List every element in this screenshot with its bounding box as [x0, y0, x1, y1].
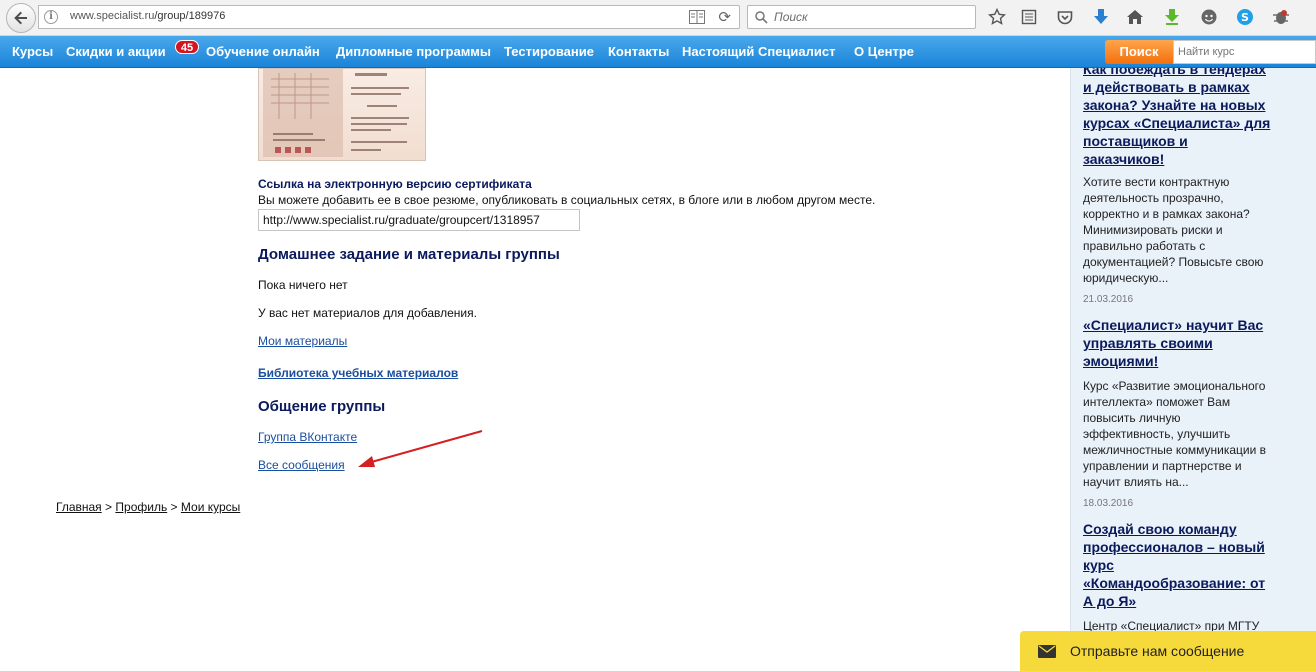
cert-link-description: Вы можете добавить ее в свое резюме, опу… — [258, 193, 876, 207]
back-button[interactable] — [6, 3, 36, 33]
news-body-line: юридическую... — [1083, 271, 1169, 285]
news-title-line: курсах «Специалиста» для — [1083, 115, 1271, 131]
news-body: Курс «Развитие эмоционального интеллекта… — [1083, 378, 1311, 490]
my-materials-link[interactable]: Мои материалы — [258, 334, 347, 348]
group-communication-heading: Общение группы — [258, 398, 386, 415]
no-materials-text: У вас нет материалов для добавления. — [258, 306, 477, 320]
news-title-line: поставщиков и — [1083, 133, 1188, 149]
nav-online-learning[interactable]: Обучение онлайн — [206, 44, 320, 59]
cert-url-field[interactable]: http://www.specialist.ru/graduate/groupc… — [258, 209, 580, 231]
news-title-line: и действовать в рамках — [1083, 79, 1250, 95]
news-body-line: управлении и партнерстве и — [1083, 459, 1242, 473]
download-icon[interactable] — [1090, 6, 1112, 28]
news-title-line: А до Я» — [1083, 593, 1137, 609]
url-path: /group/189976 — [154, 10, 226, 22]
nav-contacts[interactable]: Контакты — [608, 44, 669, 59]
library-link[interactable]: Библиотека учебных материалов — [258, 366, 458, 380]
svg-text:S: S — [1241, 11, 1249, 24]
news-body-line: документацией? Повысьте свою — [1083, 255, 1264, 269]
browser-search-bar[interactable]: Поиск — [747, 5, 976, 29]
news-title-line: Как побеждать в тендерах — [1083, 68, 1266, 77]
back-arrow-icon — [14, 11, 27, 25]
news-body-line: интеллекта» поможет Вам — [1083, 395, 1231, 409]
news-body-line: повысить личную — [1083, 411, 1181, 425]
news-body-line: корректно и в рамках закона? — [1083, 207, 1250, 221]
news-body-line: правильно работать с — [1083, 239, 1206, 253]
nav-diploma-programs[interactable]: Дипломные программы — [336, 44, 491, 59]
nav-about[interactable]: О Центре — [854, 44, 914, 59]
discounts-count-badge: 45 — [175, 40, 199, 54]
news-title-line: Создай свою команду — [1083, 521, 1237, 537]
news-title-line: курс — [1083, 557, 1114, 573]
news-sidebar: Как побеждать в тендерах и действовать в… — [1070, 68, 1316, 671]
certificate-image — [258, 68, 426, 161]
reader-view-icon[interactable] — [689, 10, 705, 24]
bookmark-star-icon[interactable] — [986, 6, 1008, 28]
nav-courses[interactable]: Курсы — [12, 44, 53, 59]
breadcrumb-home[interactable]: Главная — [56, 500, 102, 514]
news-title-line: эмоциями! — [1083, 353, 1159, 369]
url-bar[interactable]: i www.specialist.ru/group/189976 ⟳ — [38, 5, 740, 29]
magnifier-icon — [755, 11, 768, 24]
all-messages-link[interactable]: Все сообщения — [258, 458, 345, 472]
breadcrumb: Главная > Профиль > Мои курсы — [56, 500, 240, 514]
news-title-line: управлять своими — [1083, 335, 1213, 351]
pocket-icon[interactable] — [1054, 6, 1076, 28]
envelope-icon — [1038, 644, 1056, 658]
site-info-icon[interactable]: i — [44, 10, 58, 24]
news-body-line: эффективность, улучшить — [1083, 427, 1231, 441]
news-body-line: Минимизировать риски и — [1083, 223, 1223, 237]
skype-icon[interactable]: S — [1234, 6, 1256, 28]
news-title-line: закона? Узнайте на новых — [1083, 97, 1266, 113]
breadcrumb-profile[interactable]: Профиль — [115, 500, 167, 514]
extension-bug-icon[interactable] — [1270, 6, 1292, 28]
nav-real-specialist[interactable]: Настоящий Специалист — [682, 44, 836, 59]
download-helper-icon[interactable] — [1161, 6, 1183, 28]
cert-link-heading: Ссылка на электронную версию сертификата — [258, 177, 532, 191]
news-body-line: Хотите вести контрактную — [1083, 175, 1230, 189]
bookmarks-list-icon[interactable] — [1018, 6, 1040, 28]
url-host: www.specialist.ru — [70, 10, 155, 22]
news-date: 18.03.2016 — [1083, 498, 1134, 509]
site-search-input[interactable] — [1173, 40, 1316, 64]
news-date: 21.03.2016 — [1083, 294, 1134, 305]
vk-group-link[interactable]: Группа ВКонтакте — [258, 430, 357, 444]
url-text[interactable]: www.specialist.ru/group/189976 — [70, 10, 225, 22]
breadcrumb-separator: > — [170, 500, 178, 514]
chat-smiley-icon[interactable] — [1198, 6, 1220, 28]
nav-testing[interactable]: Тестирование — [504, 44, 594, 59]
news-title[interactable]: Как побеждать в тендерах и действовать в… — [1083, 68, 1311, 168]
nav-discounts[interactable]: Скидки и акции — [66, 44, 166, 59]
news-body-line: научит влиять на... — [1083, 475, 1189, 489]
home-icon[interactable] — [1124, 6, 1146, 28]
feedback-widget[interactable]: Отправьте нам сообщение — [1020, 631, 1316, 671]
browser-search-placeholder: Поиск — [774, 10, 808, 24]
browser-toolbar: i www.specialist.ru/group/189976 ⟳ Поиск… — [0, 0, 1316, 36]
news-body-line: межличностные коммуникации в — [1083, 443, 1267, 457]
nothing-yet-text: Пока ничего нет — [258, 278, 348, 292]
site-search: Поиск — [1105, 40, 1316, 64]
homework-heading: Домашнее задание и материалы группы — [258, 246, 560, 263]
news-title-line: «Командообразование: от — [1083, 575, 1266, 591]
news-title-line: профессионалов – новый — [1083, 539, 1265, 555]
breadcrumb-my-courses[interactable]: Мои курсы — [181, 500, 240, 514]
news-title[interactable]: «Специалист» научит Вас управлять своими… — [1083, 316, 1311, 370]
news-title-line: «Специалист» научит Вас — [1083, 317, 1264, 333]
red-arrow-annotation — [358, 430, 483, 467]
feedback-label: Отправьте нам сообщение — [1070, 643, 1245, 659]
news-title-line: заказчиков! — [1083, 151, 1165, 167]
news-title[interactable]: Создай свою команду профессионалов – нов… — [1083, 520, 1311, 610]
news-body-line: деятельность прозрачно, — [1083, 191, 1224, 205]
breadcrumb-separator: > — [105, 500, 113, 514]
news-body: Хотите вести контрактную деятельность пр… — [1083, 174, 1311, 286]
reload-icon[interactable]: ⟳ — [718, 9, 731, 25]
news-body-line: Курс «Развитие эмоционального — [1083, 379, 1266, 393]
site-search-button[interactable]: Поиск — [1105, 40, 1173, 64]
